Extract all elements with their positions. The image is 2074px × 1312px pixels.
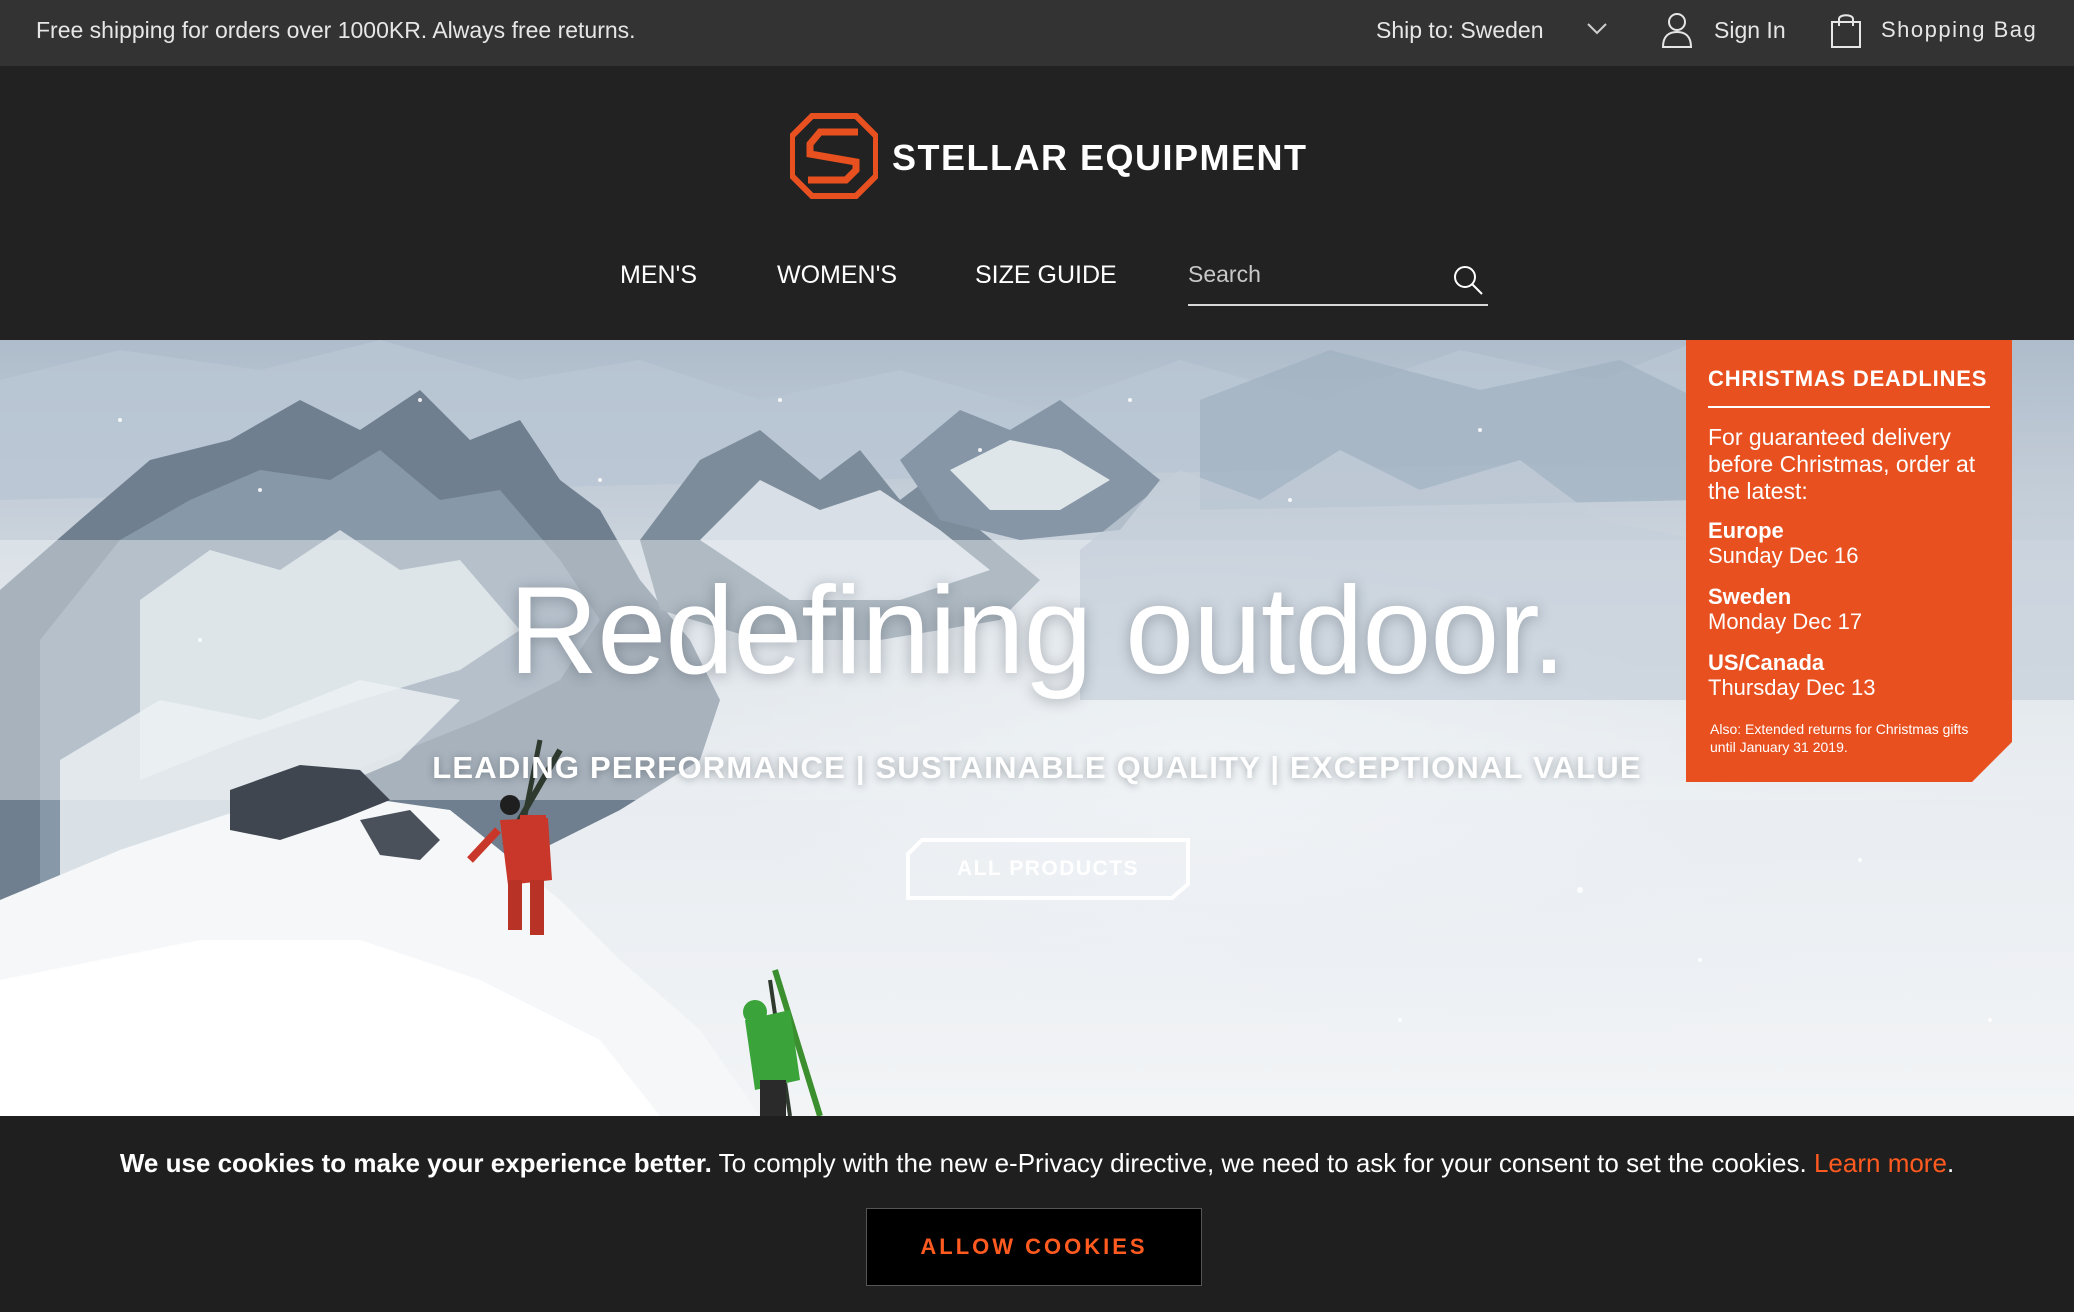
search-icon[interactable] xyxy=(1452,264,1484,296)
shopping-bag-link[interactable]: Shopping Bag xyxy=(1881,0,2037,60)
sign-in-link[interactable]: Sign In xyxy=(1714,0,1786,60)
nav-mens[interactable]: MEN'S xyxy=(620,260,697,290)
top-bar: Free shipping for orders over 1000KR. Al… xyxy=(0,0,2074,66)
site-header: STELLAR EQUIPMENT MEN'S WOMEN'S SIZE GUI… xyxy=(0,66,2074,340)
climber-green xyxy=(743,969,823,1116)
region-sweden: Sweden Monday Dec 17 xyxy=(1708,584,1862,634)
nav-size-guide[interactable]: SIZE GUIDE xyxy=(975,260,1117,290)
region-name: Europe xyxy=(1708,518,1784,543)
allow-cookies-button[interactable]: ALLOW COOKIES xyxy=(866,1208,1202,1286)
region-date: Sunday Dec 16 xyxy=(1708,543,1859,568)
region-europe: Europe Sunday Dec 16 xyxy=(1708,518,1858,568)
shopping-bag-icon[interactable] xyxy=(1829,11,1863,49)
region-name: Sweden xyxy=(1708,584,1792,609)
region-name: US/Canada xyxy=(1708,650,1825,675)
cookie-message-bold: We use cookies to make your experience b… xyxy=(119,1148,712,1178)
nav-womens[interactable]: WOMEN'S xyxy=(777,260,897,290)
brand-logo[interactable]: STELLAR EQUIPMENT xyxy=(790,112,1306,202)
ship-to-selector[interactable]: Ship to: Sweden xyxy=(1376,0,1544,60)
search-input[interactable] xyxy=(1188,244,1438,304)
extended-returns-note: Also: Extended returns for Christmas gif… xyxy=(1710,721,1969,755)
cookie-message: We use cookies to make your experience b… xyxy=(0,1148,2074,1179)
user-icon[interactable] xyxy=(1660,11,1694,49)
brand-name: STELLAR EQUIPMENT xyxy=(892,137,1308,178)
christmas-title: CHRISTMAS DEADLINES xyxy=(1708,366,1988,391)
cookie-message-period: . xyxy=(1946,1148,1955,1178)
christmas-intro: For guaranteed delivery before Christmas… xyxy=(1708,424,1976,504)
region-date: Thursday Dec 13 xyxy=(1708,675,1876,700)
all-products-label: ALL PRODUCTS xyxy=(956,857,1140,880)
search-box xyxy=(1188,244,1488,306)
logo-mark-icon xyxy=(790,113,878,199)
title-divider xyxy=(1708,406,1990,408)
learn-more-link[interactable]: Learn more xyxy=(1814,1148,1947,1178)
all-products-button[interactable]: ALL PRODUCTS xyxy=(906,838,1190,900)
allow-cookies-label: ALLOW COOKIES xyxy=(920,1234,1148,1259)
region-date: Monday Dec 17 xyxy=(1708,609,1863,634)
cookie-banner: We use cookies to make your experience b… xyxy=(0,1116,2074,1312)
christmas-deadlines-panel: CHRISTMAS DEADLINES For guaranteed deliv… xyxy=(1686,340,2012,782)
region-us-canada: US/Canada Thursday Dec 13 xyxy=(1708,650,1876,700)
chevron-down-icon[interactable] xyxy=(1586,22,1608,36)
cookie-message-text: To comply with the new e-Privacy directi… xyxy=(711,1148,1814,1178)
shipping-promo: Free shipping for orders over 1000KR. Al… xyxy=(36,17,636,43)
